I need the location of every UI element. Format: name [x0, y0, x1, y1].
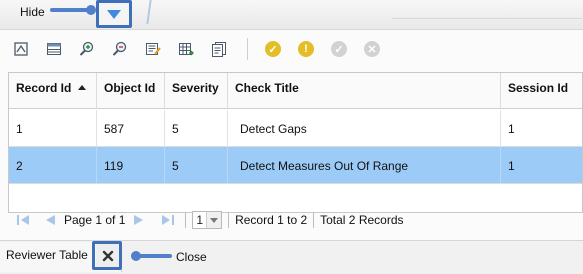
- close-callout-line: [136, 254, 172, 258]
- total-records: Total 2 Records: [320, 213, 404, 227]
- warning-icon: !: [298, 41, 314, 57]
- verified-icon: ✓: [331, 41, 347, 57]
- cell-session-id: 1: [501, 110, 582, 146]
- mark-warning-button[interactable]: !: [295, 38, 317, 60]
- column-header-label: Record Id: [16, 81, 72, 95]
- mark-verified-button[interactable]: ✓: [328, 38, 350, 60]
- column-header-object-id[interactable]: Object Id: [97, 73, 165, 109]
- zoom-out-button[interactable]: [109, 38, 131, 60]
- cell-record-id: 1: [9, 110, 97, 146]
- close-button-highlight: [92, 241, 122, 270]
- zoom-in-button[interactable]: [76, 38, 98, 60]
- zoom-to-feature-icon: [14, 42, 28, 56]
- cell-record-id: 2: [9, 147, 97, 183]
- first-page-icon: [17, 215, 29, 225]
- zoom-out-icon: [112, 41, 127, 56]
- page-number-select[interactable]: 1: [192, 211, 223, 229]
- hide-callout-line: [50, 8, 90, 12]
- pager-separator: [313, 212, 315, 228]
- exception-icon: ✕: [364, 41, 380, 57]
- table-export-button[interactable]: [175, 38, 197, 60]
- reviewer-table-panel: ✓ ! ✓ ✕ Record Id Object Id Severity Che…: [0, 30, 583, 274]
- report-button[interactable]: [208, 38, 230, 60]
- previous-page-button[interactable]: [44, 213, 56, 227]
- panel-header-bar: Hide: [0, 0, 583, 30]
- column-header-record-id[interactable]: Record Id: [9, 73, 97, 109]
- record-range: Record 1 to 2: [235, 213, 308, 227]
- hide-button-highlight: [96, 0, 132, 28]
- cell-session-id: 1: [501, 147, 582, 183]
- acceptable-icon: ✓: [265, 41, 281, 57]
- cell-check-title: Detect Measures Out Of Range: [228, 147, 501, 183]
- table-row-selected[interactable]: 2 119 5 Detect Measures Out Of Range 1: [9, 147, 582, 184]
- reviewer-toolbar: ✓ ! ✓ ✕: [10, 36, 394, 62]
- hide-callout-label: Hide: [20, 5, 45, 19]
- cell-check-title: Detect Gaps: [228, 110, 501, 146]
- attribute-table-button[interactable]: [43, 38, 65, 60]
- column-header-label: Session Id: [508, 81, 569, 95]
- edit-records-button[interactable]: [142, 38, 164, 60]
- attribute-table-icon: [47, 43, 61, 55]
- last-page-icon: [162, 215, 175, 225]
- mark-exception-button[interactable]: ✕: [361, 38, 383, 60]
- edit-records-icon: [146, 43, 161, 55]
- next-page-button[interactable]: [133, 213, 145, 227]
- map-edge-line: [146, 0, 152, 24]
- table-export-icon: [179, 43, 194, 56]
- previous-page-icon: [46, 215, 55, 225]
- close-callout-label: Close: [176, 250, 207, 264]
- zoom-in-icon: [79, 41, 94, 56]
- cell-object-id: 587: [97, 110, 165, 146]
- column-header-label: Severity: [172, 81, 219, 95]
- pager-separator: [228, 212, 230, 228]
- column-header-check-title[interactable]: Check Title: [228, 73, 501, 109]
- table-row[interactable]: 1 587 5 Detect Gaps 1: [9, 110, 582, 147]
- next-page-icon: [134, 215, 144, 225]
- report-icon: [212, 42, 226, 57]
- column-header-severity[interactable]: Severity: [165, 73, 228, 109]
- hide-callout-dot: [86, 5, 96, 15]
- toolbar-separator: [247, 38, 248, 60]
- last-page-button[interactable]: [161, 213, 175, 227]
- pager-separator: [185, 212, 187, 228]
- chevron-down-icon: [207, 212, 222, 228]
- column-header-session-id[interactable]: Session Id: [501, 73, 582, 109]
- page-indicator: Page 1 of 1: [64, 213, 126, 227]
- sort-ascending-icon: [78, 85, 87, 91]
- mark-acceptable-button[interactable]: ✓: [262, 38, 284, 60]
- reviewer-grid: Record Id Object Id Severity Check Title…: [8, 72, 583, 213]
- first-page-button[interactable]: [16, 213, 30, 227]
- grid-header: Record Id Object Id Severity Check Title…: [9, 73, 582, 109]
- tab-label: Reviewer Table: [6, 248, 88, 262]
- cell-severity: 5: [165, 110, 228, 146]
- cell-object-id: 119: [97, 147, 165, 183]
- page-number-value: 1: [193, 212, 208, 228]
- zoom-to-feature-button[interactable]: [10, 38, 32, 60]
- tab-bar: Reviewer Table: [0, 240, 583, 274]
- map-edge-line: [392, 18, 582, 19]
- cell-severity: 5: [165, 147, 228, 183]
- column-header-label: Check Title: [235, 81, 299, 95]
- column-header-label: Object Id: [104, 81, 156, 95]
- pagination-bar: Page 1 of 1 1 Record 1 to 2 Total 2 Reco…: [8, 206, 583, 234]
